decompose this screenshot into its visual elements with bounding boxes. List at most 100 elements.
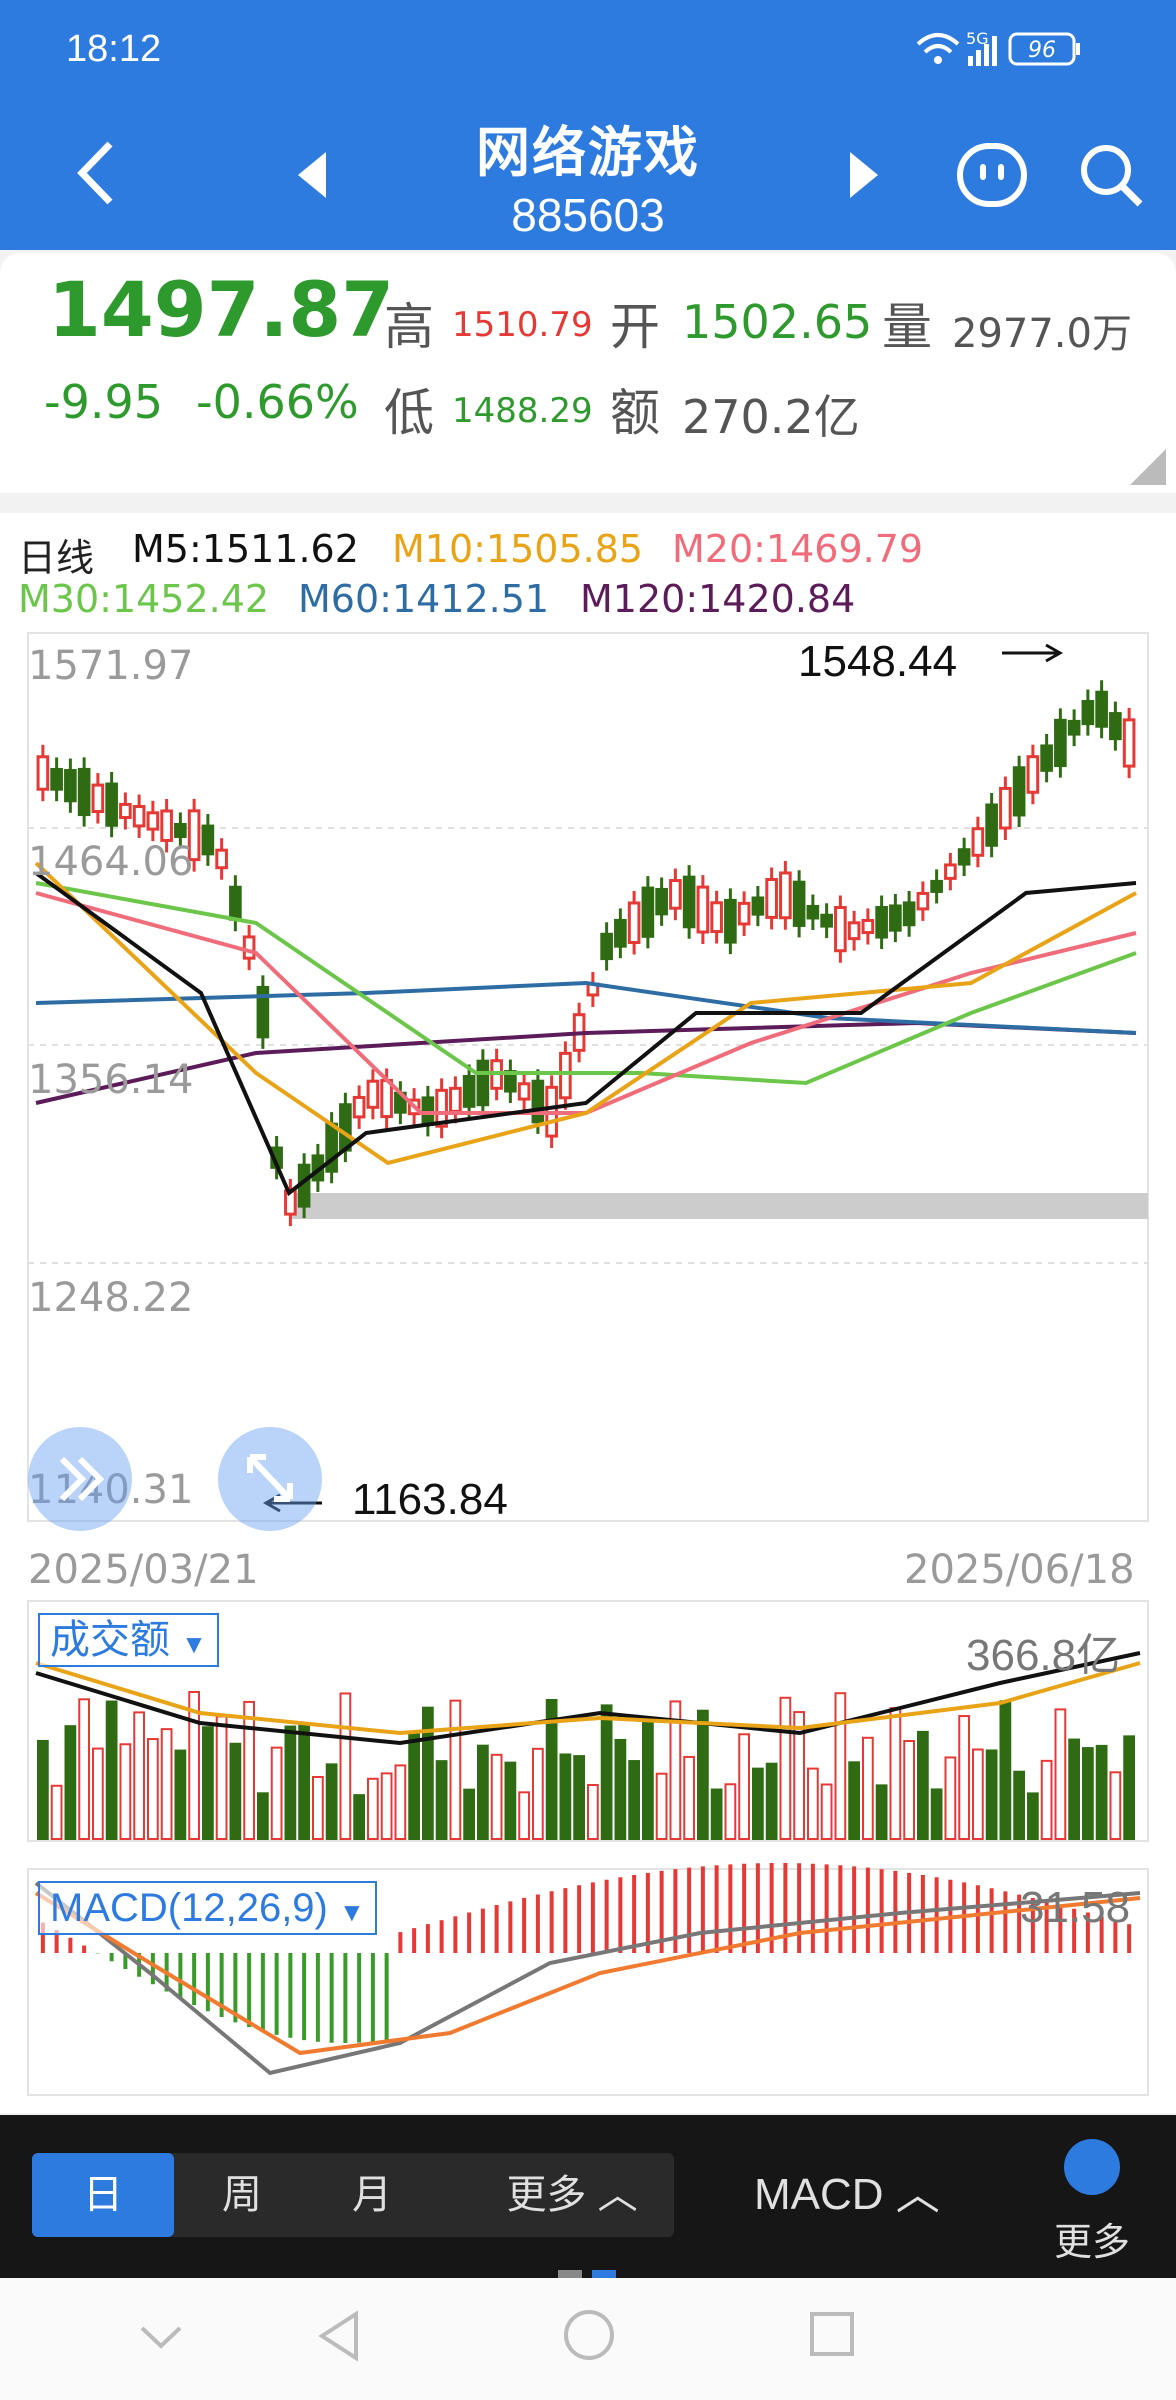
search-icon[interactable] [1078, 142, 1144, 208]
volume-bar [903, 1739, 915, 1840]
volume-bar [559, 1753, 572, 1841]
volume-bar [449, 1699, 462, 1840]
candle-body [930, 879, 943, 893]
chart-panel: 日线 M5:1511.62 M10:1505.85 M20:1469.79 M3… [0, 513, 1176, 2113]
low-label: 低 [384, 384, 434, 442]
candle-body [366, 1079, 380, 1109]
volume-bar [37, 1739, 49, 1840]
volume-bar [972, 1748, 984, 1840]
candle-body [696, 885, 710, 934]
nav-recents-icon[interactable] [808, 2310, 856, 2358]
period-month-tab[interactable]: 月 [312, 2153, 432, 2237]
page-indicator-dot [558, 2270, 582, 2278]
collapse-icon[interactable] [138, 2322, 184, 2352]
nav-home-icon[interactable] [562, 2308, 616, 2362]
candle-body [985, 803, 998, 847]
volume-bar [284, 1725, 297, 1840]
candle-body [847, 921, 861, 941]
more-icon[interactable] [1064, 2139, 1120, 2195]
candle-body [449, 1086, 462, 1113]
price-axis-label: 1571.97 [28, 643, 194, 689]
candle-body [655, 887, 668, 916]
candle-body [462, 1074, 476, 1108]
volume-bar [133, 1711, 145, 1841]
nav-back-icon[interactable] [316, 2308, 362, 2364]
candle-body [737, 901, 751, 926]
candle-body [119, 802, 132, 820]
volume-bar [257, 1792, 269, 1840]
candle-body [229, 885, 242, 921]
volume-bar [119, 1743, 132, 1840]
macd-value: 31.58 [1020, 1883, 1131, 1932]
app-header: 18:12 5G 96 网络游戏 885603 [0, 0, 1176, 250]
chat-icon[interactable] [956, 142, 1028, 208]
price-axis-label: 1464.06 [28, 839, 194, 885]
volume-bar [614, 1738, 627, 1841]
candle-body [1122, 718, 1136, 768]
volume-bar [1013, 1770, 1025, 1841]
candle-body [724, 898, 737, 944]
price-change-pct: -0.66% [196, 375, 359, 429]
price-axis-label: 1356.14 [28, 1057, 194, 1103]
volume-bar [944, 1756, 957, 1841]
volume-bar [642, 1717, 654, 1841]
candle-body [916, 891, 930, 911]
candle-body [627, 901, 641, 944]
candle-body [517, 1082, 531, 1101]
volume-bar [78, 1698, 90, 1840]
volume-bar [270, 1746, 283, 1840]
volume-bar [1054, 1708, 1067, 1840]
price-axis-label: 1248.22 [28, 1275, 194, 1321]
volume-indicator-select[interactable]: 成交额 ▼ [38, 1613, 219, 1667]
volume-bar [683, 1755, 695, 1840]
period-week-tab[interactable]: 周 [182, 2153, 302, 2237]
volume-bar [353, 1794, 365, 1841]
chevron-up-icon: ︿ [895, 2170, 940, 2219]
status-time: 18:12 [66, 28, 162, 70]
amount-label: 额 [610, 384, 660, 442]
volume-bar [889, 1707, 902, 1840]
battery-icon: 96 [1008, 32, 1080, 66]
candle-body [242, 935, 256, 960]
volume-bar [518, 1791, 530, 1841]
volume-bar [1027, 1792, 1039, 1840]
candle-body [339, 1103, 352, 1152]
volume-bar [435, 1760, 448, 1841]
volume-bar [243, 1700, 255, 1841]
volume-bar [710, 1788, 723, 1841]
fast-forward-button[interactable] [28, 1427, 132, 1531]
indicator-button[interactable]: MACD ︿ [754, 2153, 940, 2237]
volume-bar [64, 1725, 77, 1840]
volume-bar [1095, 1744, 1108, 1841]
volume-bar [105, 1700, 118, 1840]
fullscreen-button[interactable] [218, 1427, 322, 1531]
candle-body [380, 1078, 393, 1119]
candle-body [999, 786, 1012, 830]
next-stock-icon[interactable] [846, 150, 882, 200]
candle-body [215, 848, 228, 870]
candle-body [531, 1079, 545, 1124]
candle-body [614, 918, 627, 948]
double-chevron-icon [59, 1456, 105, 1502]
more-label[interactable]: 更多 [1054, 2211, 1130, 2266]
volume-bar [848, 1761, 860, 1840]
volume-bar [367, 1777, 379, 1841]
high-arrow-icon [1002, 643, 1064, 663]
volume-bar [779, 1696, 792, 1841]
period-day-tab[interactable]: 日 [32, 2153, 174, 2237]
candle-body [1040, 744, 1053, 772]
candle-body [861, 918, 875, 935]
macd-indicator-label: MACD(12,26,9) [50, 1886, 328, 1930]
macd-indicator-select[interactable]: MACD(12,26,9) ▼ [38, 1881, 377, 1935]
candle-body [806, 904, 820, 920]
candle-body [834, 906, 847, 953]
page-indicator-dot-active [592, 2270, 616, 2278]
volume-indicator-label: 成交额 [50, 1618, 170, 1662]
expand-corner-icon[interactable] [1130, 449, 1166, 485]
candle-body [971, 827, 985, 857]
period-more-tab[interactable]: 更多 ︿ [472, 2153, 672, 2237]
end-date: 2025/06/18 [904, 1547, 1135, 1593]
candle-body [1095, 690, 1108, 728]
volume-bar [862, 1736, 874, 1841]
candle-body [50, 767, 63, 791]
